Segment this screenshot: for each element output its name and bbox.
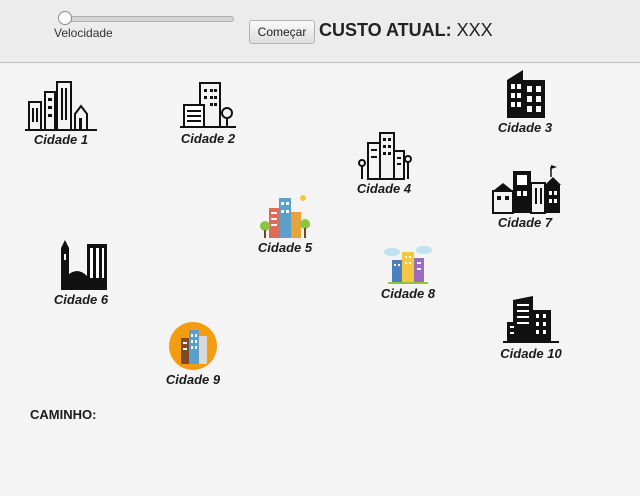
speed-slider-thumb[interactable] <box>58 11 72 25</box>
city-6[interactable]: Cidade 6 <box>46 240 116 307</box>
city-4[interactable]: Cidade 4 <box>347 129 421 196</box>
city-label: Cidade 10 <box>500 346 562 361</box>
city-3[interactable]: Cidade 3 <box>489 68 561 135</box>
church-town-icon <box>61 240 107 290</box>
current-cost: CUSTO ATUAL: XXX <box>319 20 493 41</box>
tower-icon <box>503 296 559 343</box>
toolbar: Velocidade Começar CUSTO ATUAL: XXX <box>0 0 640 63</box>
city-skyline-icon <box>25 81 97 131</box>
city-clouds-icon <box>384 246 432 284</box>
cost-value: XXX <box>456 20 493 40</box>
city-label: Cidade 1 <box>33 132 89 147</box>
city-2[interactable]: Cidade 2 <box>172 79 244 146</box>
city-badge-icon <box>169 322 217 370</box>
city-1[interactable]: Cidade 1 <box>23 80 99 147</box>
city-label: Cidade 7 <box>497 215 553 230</box>
start-button[interactable]: Começar <box>249 20 315 44</box>
city-label: Cidade 5 <box>257 240 313 255</box>
building-icon <box>507 70 545 118</box>
city-label: Cidade 3 <box>497 120 553 135</box>
city-5[interactable]: Cidade 5 <box>247 190 323 255</box>
path-label: CAMINHO: <box>30 407 97 422</box>
city-label: Cidade 9 <box>165 372 221 387</box>
city-9[interactable]: Cidade 9 <box>157 322 229 387</box>
city-10[interactable]: Cidade 10 <box>491 294 571 361</box>
office-building-icon <box>180 82 236 128</box>
city-label: Cidade 6 <box>53 292 109 307</box>
speed-label: Velocidade <box>54 26 113 40</box>
city-label: Cidade 8 <box>380 286 436 301</box>
city-buildings-icon <box>358 132 412 180</box>
city-label: Cidade 2 <box>180 131 236 146</box>
town-houses-icon <box>492 165 561 214</box>
city-7[interactable]: Cidade 7 <box>486 163 564 230</box>
cost-label: CUSTO ATUAL: <box>319 20 452 40</box>
speed-slider[interactable] <box>58 11 234 25</box>
city-label: Cidade 4 <box>356 181 412 196</box>
city-8[interactable]: Cidade 8 <box>372 242 444 301</box>
colorful-city-icon <box>260 195 310 238</box>
